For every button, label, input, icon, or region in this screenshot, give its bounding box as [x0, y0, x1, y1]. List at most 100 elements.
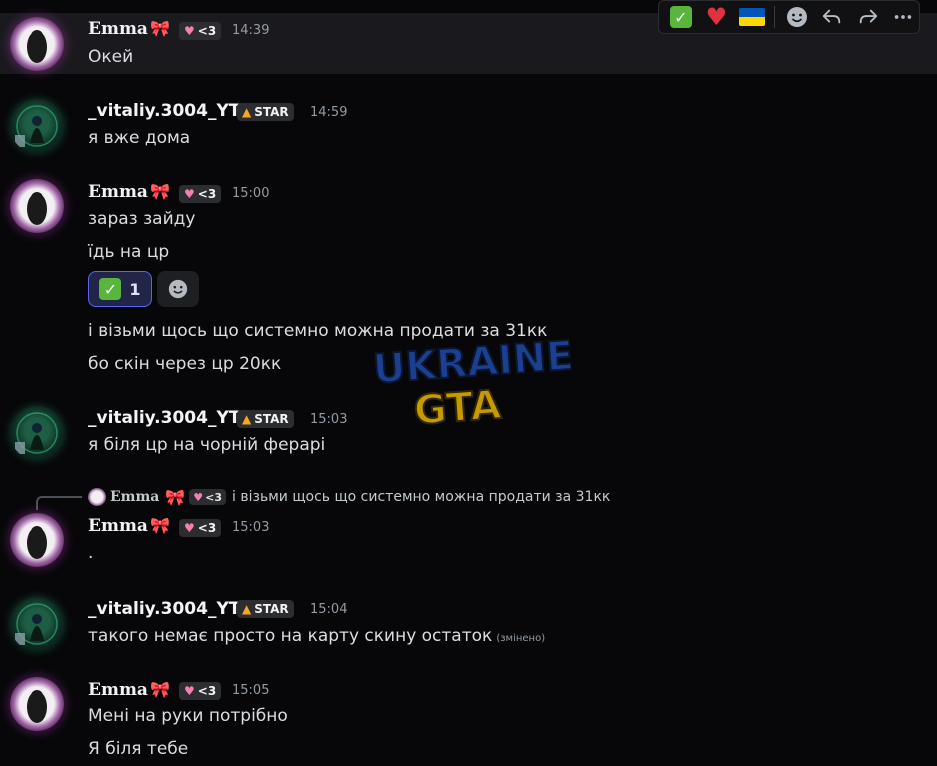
heart-badge-icon: ♥: [184, 24, 195, 38]
smile-icon: [168, 279, 188, 299]
message-timestamp: 15:03: [310, 412, 348, 427]
reply-reference[interactable]: Emma 🎀 ♥ <3 і візьми щось що системно мож…: [88, 487, 610, 507]
smile-icon: [786, 7, 807, 27]
ukraine-flag-icon: [738, 8, 765, 26]
user-tag-vitaliy[interactable]: ▲ STAR: [237, 410, 294, 428]
message-timestamp: 14:39: [232, 23, 270, 38]
reply-text: і візьми щось що системно можна продати …: [232, 489, 611, 505]
bow-emoji: 🎀: [149, 680, 170, 699]
avatar-silhouette-icon: [27, 690, 47, 723]
avatar-hooded-figure-icon: [15, 105, 58, 147]
message-timestamp: 14:59: [310, 105, 348, 120]
message-timestamp: 15:05: [232, 683, 270, 698]
message-text: я вже дома: [88, 128, 191, 148]
more-dots-icon: [894, 15, 912, 19]
add-reaction-button[interactable]: [781, 3, 813, 31]
message-text: бо скін через цр 20кк: [88, 354, 282, 374]
tag-text: STAR: [254, 602, 289, 616]
user-tag-vitaliy[interactable]: ▲ STAR: [237, 103, 294, 121]
bow-emoji: 🎀: [149, 182, 170, 201]
message-timestamp: 15:04: [310, 602, 348, 617]
heart-badge-icon: ♥: [193, 490, 204, 504]
avatar-emma[interactable]: [10, 513, 64, 567]
username-emma[interactable]: Emma 🎀: [88, 182, 170, 202]
flame-icon: ▲: [242, 602, 252, 616]
message-text: зараз зайду: [88, 209, 196, 229]
watermark-line2: GTA: [412, 382, 502, 434]
username-text: Emma: [88, 19, 148, 39]
tag-text: <3: [197, 24, 217, 38]
username-emma[interactable]: Emma 🎀: [88, 680, 170, 700]
message-timestamp: 15:03: [232, 520, 270, 535]
quick-reaction-ukraine-flag[interactable]: [736, 3, 768, 31]
reply-button[interactable]: [816, 3, 848, 31]
user-tag-emma[interactable]: ♥ <3: [179, 185, 222, 203]
add-reaction-button[interactable]: [157, 271, 199, 307]
reply-arrow-icon: [822, 9, 841, 24]
tag-text: <3: [197, 187, 217, 201]
bow-emoji: 🎀: [165, 487, 186, 507]
reply-author: Emma: [110, 489, 160, 505]
avatar-silhouette-icon: [27, 30, 47, 63]
more-options-button[interactable]: [887, 3, 919, 31]
user-tag-vitaliy[interactable]: ▲ STAR: [237, 600, 294, 618]
forward-button[interactable]: [852, 3, 884, 31]
avatar-emma[interactable]: [10, 179, 64, 233]
avatar-vitaliy[interactable]: [10, 597, 64, 651]
tag-text: STAR: [254, 105, 289, 119]
avatar-hooded-figure-icon: [15, 603, 58, 645]
reply-spine: [36, 496, 82, 510]
message-text: .: [88, 543, 94, 563]
quick-reaction-check[interactable]: ✓: [665, 3, 697, 31]
message-timestamp: 15:00: [232, 186, 270, 201]
reply-avatar: [88, 488, 106, 506]
edited-label: (змінено): [496, 633, 546, 644]
username-text: Emma: [88, 680, 148, 700]
user-tag-emma[interactable]: ♥ <3: [179, 682, 222, 700]
message-text: Мені на руки потрібно: [88, 706, 288, 726]
avatar-hooded-figure-icon: [15, 412, 58, 454]
username-vitaliy[interactable]: _vitaliy.3004_YT: [88, 599, 240, 619]
reaction-check[interactable]: ✓ 1: [88, 271, 152, 307]
tag-text: STAR: [254, 412, 289, 426]
message-text: і візьми щось що системно можна продати …: [88, 321, 548, 341]
check-mark-emoji-icon: ✓: [99, 278, 122, 300]
heart-badge-icon: ♥: [184, 521, 195, 535]
avatar-emma[interactable]: [10, 17, 64, 71]
message-text: їдь на цр: [88, 242, 170, 262]
avatar-vitaliy[interactable]: [10, 406, 64, 460]
message-text: Я біля тебе: [88, 739, 189, 759]
quick-reaction-heart[interactable]: ♥: [701, 3, 733, 31]
avatar-vitaliy[interactable]: [10, 99, 64, 153]
bow-emoji: 🎀: [149, 19, 170, 38]
message-text-body: такого немає просто на карту скину остат…: [88, 626, 493, 646]
tag-text: <3: [205, 490, 223, 504]
message-text: я біля цр на чорній ферарі: [88, 435, 326, 455]
tag-text: <3: [197, 684, 217, 698]
flame-icon: ▲: [242, 412, 252, 426]
message-text: Окей: [88, 47, 134, 67]
tag-text: <3: [197, 521, 217, 535]
check-mark-emoji-icon: ✓: [669, 6, 692, 28]
username-text: Emma: [88, 516, 148, 536]
flame-icon: ▲: [242, 105, 252, 119]
ukraine-gta-watermark: UKRAINE GTA: [370, 332, 575, 435]
forward-arrow-icon: [859, 9, 877, 24]
message-action-toolbar: ✓ ♥: [658, 0, 920, 34]
username-emma[interactable]: Emma 🎀: [88, 516, 170, 536]
avatar-silhouette-icon: [27, 192, 47, 225]
username-vitaliy[interactable]: _vitaliy.3004_YT: [88, 408, 240, 428]
heart-badge-icon: ♥: [184, 684, 195, 698]
username-vitaliy[interactable]: _vitaliy.3004_YT: [88, 101, 240, 121]
message-text: такого немає просто на карту скину остат…: [88, 626, 545, 646]
reply-user-tag: ♥ <3: [189, 489, 227, 505]
chat-view: ✓ ♥ UKRAINE GTA Emma 🎀 ♥ <3 14:39 Окей _…: [0, 0, 937, 766]
heart-badge-icon: ♥: [184, 187, 195, 201]
bow-emoji: 🎀: [149, 516, 170, 535]
username-emma[interactable]: Emma 🎀: [88, 19, 170, 39]
avatar-silhouette-icon: [27, 526, 47, 559]
avatar-emma[interactable]: [10, 677, 64, 731]
username-text: Emma: [88, 182, 148, 202]
user-tag-emma[interactable]: ♥ <3: [179, 22, 222, 40]
user-tag-emma[interactable]: ♥ <3: [179, 519, 222, 537]
